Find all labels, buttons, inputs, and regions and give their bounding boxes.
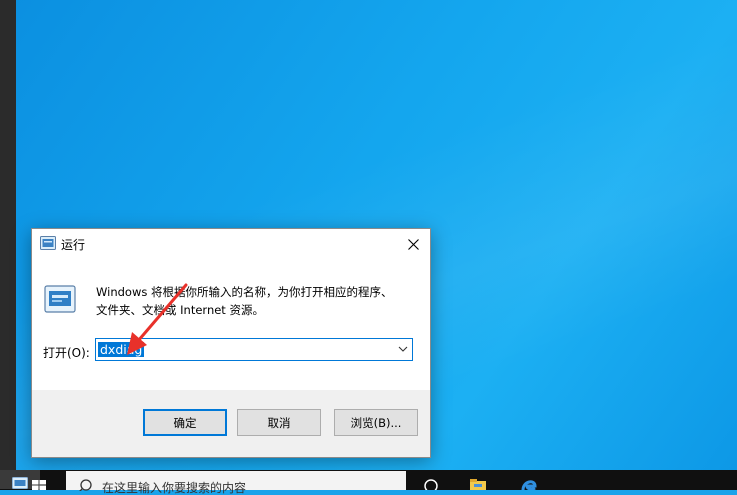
edge-icon[interactable] [521, 478, 537, 490]
open-input-value[interactable]: dxdiag [98, 342, 145, 357]
description-line-1: Windows 将根据你所输入的名称，为你打开相应的程序、 [96, 285, 393, 299]
file-explorer-icon[interactable] [470, 478, 486, 490]
description-line-2: 文件夹、文档或 Internet 资源。 [96, 303, 264, 317]
ok-button[interactable]: 确定 [143, 409, 227, 436]
dialog-description: Windows 将根据你所输入的名称，为你打开相应的程序、 文件夹、文档或 In… [96, 283, 416, 319]
taskbar: 在这里输入你要搜索的内容 [0, 470, 737, 495]
taskbar-search-box[interactable]: 在这里输入你要搜索的内容 [66, 471, 406, 495]
desktop-edge-strip [0, 0, 16, 470]
dialog-button-area: 确定 取消 浏览(B)... [32, 390, 430, 457]
task-view-icon[interactable] [423, 478, 439, 490]
open-combobox[interactable]: dxdiag [95, 338, 413, 361]
run-app-icon [12, 477, 28, 489]
close-icon [407, 238, 419, 250]
windows-start-icon[interactable] [32, 480, 46, 490]
close-button[interactable] [396, 229, 430, 259]
run-dialog: 运行 Windows 将根据你所输入的名称，为你打开相应的程序、 文件夹、文档或… [31, 228, 431, 458]
search-placeholder: 在这里输入你要搜索的内容 [102, 481, 247, 495]
open-label: 打开(O): [43, 346, 90, 360]
run-app-icon [40, 236, 56, 250]
dialog-titlebar[interactable]: 运行 [32, 229, 430, 259]
cancel-button[interactable]: 取消 [237, 409, 321, 436]
dialog-title: 运行 [61, 238, 86, 252]
search-icon [79, 479, 92, 491]
run-app-icon [44, 285, 76, 313]
browse-button[interactable]: 浏览(B)... [334, 409, 418, 436]
chevron-down-icon[interactable] [398, 345, 408, 353]
